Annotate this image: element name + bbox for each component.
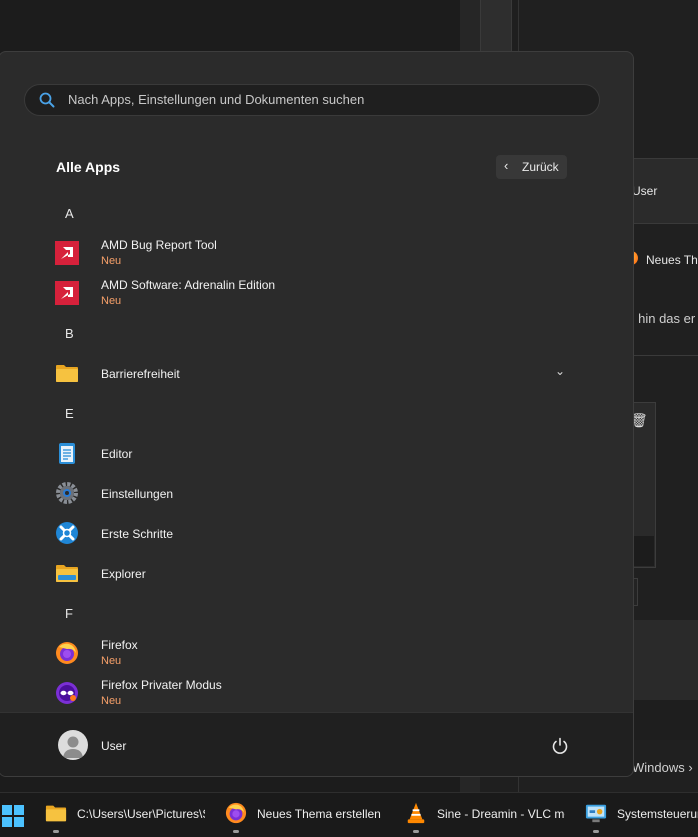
background-thread-title[interactable]: Neues The <box>646 253 698 267</box>
firefox-icon <box>225 802 247 824</box>
gear-icon <box>56 482 78 504</box>
chevron-right-icon: › <box>688 760 693 775</box>
folder-icon <box>45 805 67 822</box>
app-firefox-private[interactable]: Firefox Privater Modus Neu <box>0 673 633 713</box>
taskbar-item-explorer[interactable]: C:\Users\User\Pictures\S <box>45 793 205 837</box>
app-amd-bug-report-tool[interactable]: AMD Bug Report Tool Neu <box>0 233 633 273</box>
running-indicator <box>233 830 239 833</box>
taskbar-item-firefox[interactable]: Neues Thema erstellen | <box>225 793 385 837</box>
taskbar-item-label: Sine - Dreamin - VLC me <box>437 807 565 821</box>
user-name[interactable]: User <box>101 739 126 753</box>
vlc-icon <box>407 802 425 824</box>
new-badge: Neu <box>101 655 122 667</box>
running-indicator <box>593 830 599 833</box>
app-barrierefreiheit[interactable]: Barrierefreiheit ⌄ <box>0 353 633 393</box>
app-name: Barrierefreiheit <box>101 367 180 381</box>
chevron-left-icon: ‹ <box>504 158 509 173</box>
group-letter-f[interactable]: F <box>65 606 73 621</box>
search-icon <box>39 92 55 108</box>
group-letter-b[interactable]: B <box>65 326 74 341</box>
amd-icon <box>55 281 79 305</box>
start-menu-footer: User <box>0 712 633 776</box>
app-firefox[interactable]: Firefox Neu <box>0 633 633 673</box>
firefox-icon <box>56 642 78 664</box>
app-name: AMD Software: Adrenalin Edition <box>101 278 276 292</box>
group-letter-e[interactable]: E <box>65 406 74 421</box>
running-indicator <box>413 830 419 833</box>
new-badge: Neu <box>101 695 122 707</box>
app-erste-schritte[interactable]: Erste Schritte <box>0 513 633 553</box>
chevron-down-icon[interactable]: ⌄ <box>555 364 565 378</box>
avatar[interactable] <box>58 730 88 760</box>
section-title: Alle Apps <box>56 159 121 175</box>
folder-icon <box>56 365 78 382</box>
notepad-icon <box>59 443 75 464</box>
taskbar: C:\Users\User\Pictures\S Neues Thema ers… <box>0 792 698 837</box>
app-name: Firefox Privater Modus <box>101 678 222 692</box>
app-editor[interactable]: Editor <box>0 433 633 473</box>
windows-start-icon[interactable] <box>2 805 24 827</box>
app-name: Erste Schritte <box>101 527 174 541</box>
file-explorer-icon <box>56 565 78 582</box>
windows-link-label: Windows <box>632 760 685 775</box>
background-user-label[interactable]: User <box>632 184 657 198</box>
user-avatar-icon <box>63 736 83 758</box>
firefox-private-icon <box>56 682 78 704</box>
group-letter-a[interactable]: A <box>65 206 74 221</box>
running-indicator <box>53 830 59 833</box>
app-einstellungen[interactable]: Einstellungen <box>0 473 633 513</box>
get-started-icon <box>56 522 78 544</box>
background-windows-link[interactable]: Windows › <box>632 760 693 775</box>
app-name: Explorer <box>101 567 146 581</box>
search-input[interactable]: Nach Apps, Einstellungen und Dokumenten … <box>24 84 600 116</box>
background-thread-text: s hin das er <box>628 311 696 326</box>
app-explorer[interactable]: Explorer <box>0 553 633 593</box>
search-placeholder: Nach Apps, Einstellungen und Dokumenten … <box>68 92 365 107</box>
start-menu: Nach Apps, Einstellungen und Dokumenten … <box>0 51 634 777</box>
taskbar-item-label: C:\Users\User\Pictures\S <box>77 807 205 821</box>
back-button[interactable]: ‹ Zurück <box>496 155 567 179</box>
amd-icon <box>55 241 79 265</box>
app-name: AMD Bug Report Tool <box>101 238 217 252</box>
back-button-label: Zurück <box>522 160 559 174</box>
taskbar-item-control-panel[interactable]: Systemsteuerun <box>585 793 698 837</box>
control-panel-icon <box>585 804 607 823</box>
app-name: Firefox <box>101 638 138 652</box>
new-badge: Neu <box>101 255 122 267</box>
power-icon[interactable] <box>551 737 569 755</box>
taskbar-item-vlc[interactable]: Sine - Dreamin - VLC me <box>405 793 565 837</box>
new-badge: Neu <box>101 295 122 307</box>
taskbar-item-label: Systemsteuerun <box>617 807 698 821</box>
taskbar-item-label: Neues Thema erstellen | <box>257 807 385 821</box>
app-name: Einstellungen <box>101 487 174 501</box>
app-amd-software[interactable]: AMD Software: Adrenalin Edition Neu <box>0 273 633 313</box>
app-name: Editor <box>101 447 133 461</box>
